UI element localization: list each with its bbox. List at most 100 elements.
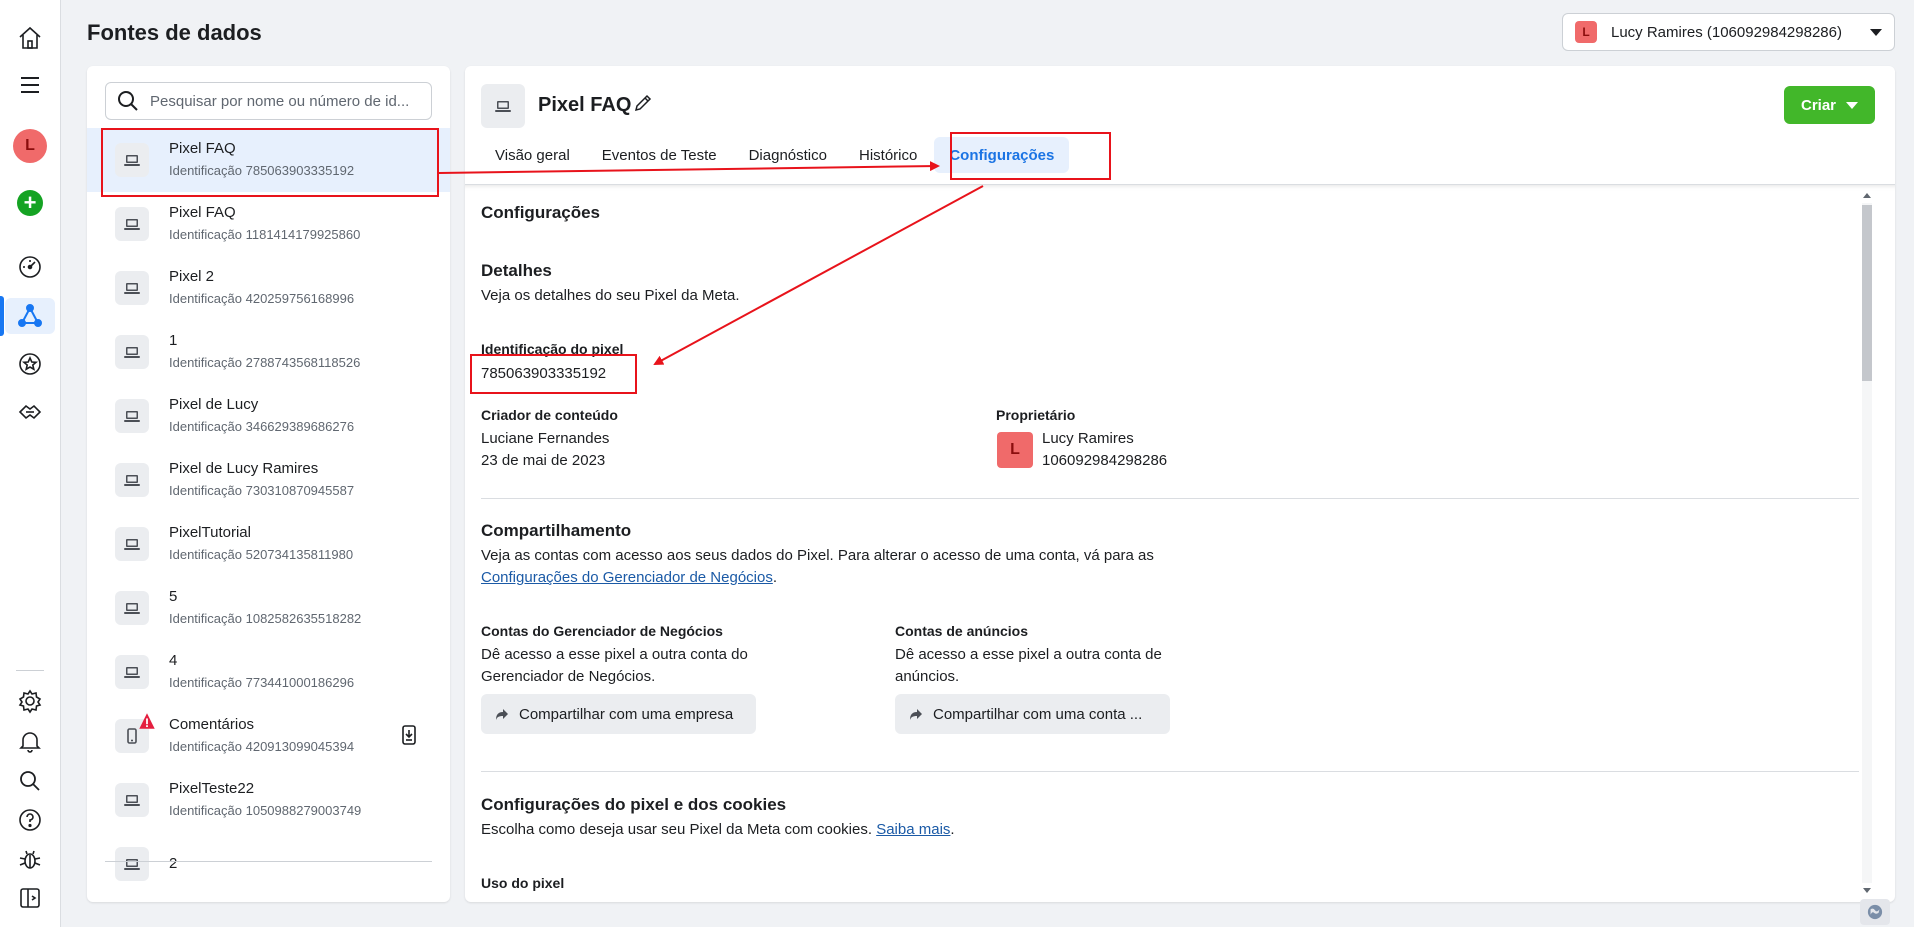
laptop-icon — [115, 271, 149, 305]
laptop-icon — [115, 783, 149, 817]
scroll-thumb[interactable] — [1862, 205, 1872, 381]
download-app-icon[interactable] — [398, 724, 420, 746]
create-icon[interactable]: + — [12, 185, 48, 221]
tab-diagnostics[interactable]: Diagnóstico — [734, 137, 842, 173]
sidebar-toggle-icon[interactable] — [12, 880, 48, 916]
list-item-text: 2 — [169, 854, 177, 874]
search-box[interactable] — [105, 82, 432, 120]
list-divider — [105, 861, 432, 862]
list-item-text: 5 Identificação 1082582635518282 — [169, 587, 361, 629]
laptop-icon — [115, 527, 149, 561]
owner-id: 106092984298286 — [1042, 452, 1168, 469]
bug-icon[interactable] — [12, 841, 48, 877]
chevron-down-icon — [1846, 101, 1859, 109]
edit-icon[interactable] — [632, 92, 654, 114]
owner-name: Lucy Ramires — [1042, 430, 1134, 447]
list-item[interactable]: 1 Identificação 2788743568118526 — [87, 320, 450, 384]
list-item-name: PixelTeste22 — [169, 780, 255, 797]
details-heading: Detalhes — [481, 261, 552, 280]
laptop-icon — [115, 335, 149, 369]
create-button[interactable]: Criar — [1784, 86, 1875, 124]
link-suffix: . — [772, 569, 778, 586]
list-item-id: Identificação 730310870945587 — [169, 483, 355, 498]
settings-content: Configurações Detalhes Veja os detalhes … — [465, 184, 1895, 902]
list-item-name: Pixel FAQ — [169, 204, 236, 221]
laptop-icon — [481, 84, 525, 128]
list-item-text: Pixel 2 Identificação 420259756168996 — [169, 267, 354, 309]
share-icon — [910, 709, 922, 720]
home-icon[interactable] — [12, 20, 48, 56]
scroll-down-icon[interactable] — [1863, 888, 1871, 893]
section-divider — [481, 498, 1859, 499]
language-icon[interactable] — [1860, 899, 1890, 925]
owner-avatar: L — [997, 432, 1033, 468]
laptop-icon — [115, 463, 149, 497]
cookies-desc-line: Escolha como deseja usar seu Pixel da Me… — [481, 819, 955, 841]
list-item[interactable]: Pixel de Lucy Ramires Identificação 73031… — [87, 448, 450, 512]
list-item[interactable]: Pixel de Lucy Identificação 3466293896862… — [87, 384, 450, 448]
list-item-id: Identificação 773441000186296 — [169, 675, 355, 690]
list-item-name: Pixel de Lucy — [169, 396, 259, 413]
list-item-text: Pixel FAQ Identificação 1181414179925860 — [169, 203, 360, 245]
list-item[interactable]: PixelTeste22 Identificação 10509882790037… — [87, 768, 450, 832]
list-item-name: Pixel 2 — [169, 268, 215, 285]
chevron-down-icon — [1870, 28, 1882, 36]
list-item[interactable]: 2 — [87, 832, 450, 896]
account-selector[interactable]: L Lucy Ramires (106092984298286) — [1562, 13, 1895, 51]
cookies-heading: Configurações do pixel e dos cookies — [481, 795, 787, 814]
events-manager-icon[interactable] — [5, 298, 55, 334]
section-title: Configurações — [481, 203, 601, 222]
avatar-initial: L — [13, 129, 47, 163]
annotation-box-pixel-id — [470, 354, 637, 394]
share-with-ad-account-label: Compartilhar com uma conta ... — [933, 705, 1143, 723]
creator-label: Criador de conteúdo — [481, 407, 618, 423]
account-avatar: L — [1575, 21, 1597, 43]
list-item-id: Identificação 420259756168996 — [169, 291, 355, 306]
business-settings-link[interactable]: Configurações do Gerenciador de Negócios — [481, 569, 773, 586]
list-item-text: PixelTutorial Identificação 5207341358119… — [169, 523, 353, 565]
search-icon[interactable] — [12, 763, 48, 799]
tab-history[interactable]: Histórico — [844, 137, 932, 173]
list-item-id: Identificação 1050988279003749 — [169, 803, 362, 818]
learn-more-link[interactable]: Saiba mais — [876, 821, 950, 838]
settings-icon[interactable] — [12, 683, 48, 719]
list-item[interactable]: Pixel 2 Identificação 420259756168996 — [87, 256, 450, 320]
list-item-text: Pixel de Lucy Ramires Identificação 73031… — [169, 459, 354, 501]
pixel-usage-heading: Uso do pixel — [481, 875, 565, 891]
list-item[interactable]: 5 Identificação 1082582635518282 — [87, 576, 450, 640]
list-item-text: Comentários Identificação 420913099045394 — [169, 715, 354, 757]
page-title: Fontes de dados — [87, 20, 262, 45]
share-with-business-button[interactable]: Compartilhar com uma empresa — [481, 694, 756, 734]
bm-accounts-desc-1: Dê acesso a esse pixel a outra conta do — [481, 646, 748, 663]
search-input[interactable] — [150, 92, 421, 110]
list-item-id: Identificação 520734135811980 — [169, 547, 354, 562]
vertical-scrollbar[interactable] — [1860, 193, 1872, 893]
star-icon[interactable] — [12, 346, 48, 382]
help-icon[interactable] — [12, 802, 48, 838]
search-icon — [118, 91, 138, 111]
dashboard-icon[interactable] — [12, 249, 48, 285]
warning-icon — [139, 713, 155, 729]
list-item[interactable]: 4 Identificação 773441000186296 — [87, 640, 450, 704]
link-suffix: . — [950, 821, 955, 838]
list-item-text: 4 Identificação 773441000186296 — [169, 651, 354, 693]
scroll-up-icon[interactable] — [1863, 193, 1871, 198]
pixel-title: Pixel FAQ — [538, 94, 632, 116]
active-indicator — [0, 296, 4, 336]
tab-overview[interactable]: Visão geral — [480, 137, 585, 173]
sharing-heading: Compartilhamento — [481, 521, 632, 540]
list-item[interactable]: Pixel FAQ Identificação 1181414179925860 — [87, 192, 450, 256]
tab-test-events[interactable]: Eventos de Teste — [587, 137, 732, 173]
avatar[interactable]: L — [12, 128, 48, 164]
laptop-icon — [115, 847, 149, 881]
menu-icon[interactable] — [12, 67, 48, 103]
list-item[interactable]: PixelTutorial Identificação 5207341358119… — [87, 512, 450, 576]
list-item[interactable]: Comentários Identificação 420913099045394 — [87, 704, 450, 768]
owner-label: Proprietário — [996, 407, 1076, 423]
notifications-icon[interactable] — [12, 723, 48, 759]
list-item-name: 1 — [169, 332, 178, 349]
list-item-name: Comentários — [169, 716, 255, 733]
partner-icon[interactable] — [12, 394, 48, 430]
sharing-link-line: Configurações do Gerenciador de Negócios… — [481, 567, 777, 589]
share-with-ad-account-button[interactable]: Compartilhar com uma conta ... — [895, 694, 1170, 734]
